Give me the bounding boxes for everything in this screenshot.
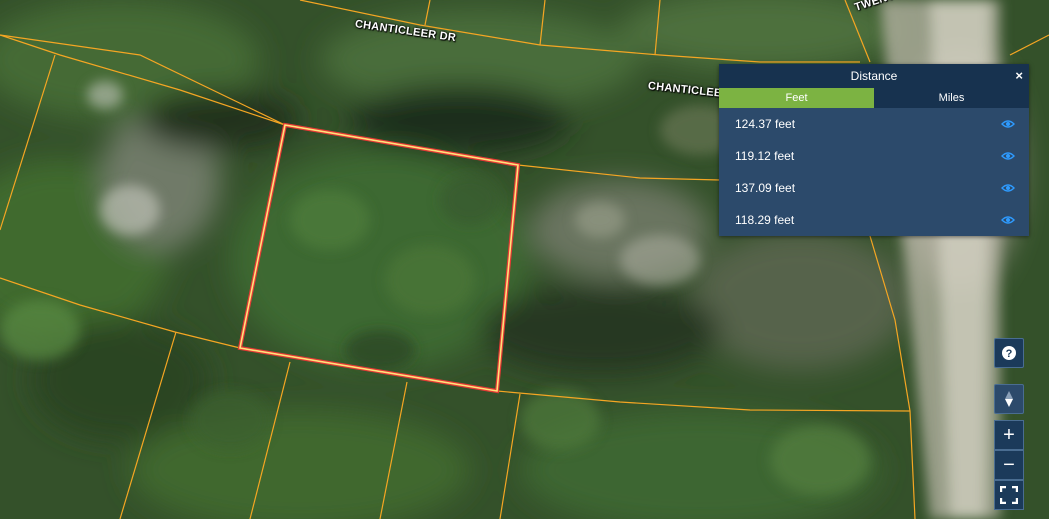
help-icon: ? xyxy=(1002,346,1016,360)
distance-panel-title: Distance xyxy=(850,69,898,83)
svg-text:?: ? xyxy=(1006,348,1013,360)
measurement-row: 119.12 feet xyxy=(719,140,1029,172)
measurement-value: 118.29 feet xyxy=(735,213,795,227)
plus-icon: + xyxy=(1003,424,1015,446)
tab-miles[interactable]: Miles xyxy=(874,88,1029,108)
eye-icon[interactable] xyxy=(1001,183,1015,193)
fullscreen-icon xyxy=(1000,486,1018,504)
measurement-row: 118.29 feet xyxy=(719,204,1029,236)
unit-tabs: Feet Miles xyxy=(719,88,1029,108)
compass-icon xyxy=(1005,391,1013,407)
eye-icon[interactable] xyxy=(1001,215,1015,225)
help-button[interactable]: ? xyxy=(994,338,1024,368)
measurement-value: 137.09 feet xyxy=(735,181,796,195)
distance-panel-header: Distance × xyxy=(719,64,1029,88)
zoom-out-button[interactable]: − xyxy=(994,450,1024,480)
fullscreen-button[interactable] xyxy=(994,480,1024,510)
measurement-row: 124.37 feet xyxy=(719,108,1029,140)
tab-feet[interactable]: Feet xyxy=(719,88,874,108)
minus-icon: − xyxy=(1003,454,1015,476)
measurement-value: 119.12 feet xyxy=(735,149,795,163)
measurement-value: 124.37 feet xyxy=(735,117,796,131)
map-canvas[interactable]: CHANTICLEER DR CHANTICLEER TWENTY SIXTH … xyxy=(0,0,1049,519)
eye-icon[interactable] xyxy=(1001,119,1015,129)
zoom-in-button[interactable]: + xyxy=(994,420,1024,450)
distance-panel: Distance × Feet Miles 124.37 feet 119.12… xyxy=(719,64,1029,236)
eye-icon[interactable] xyxy=(1001,151,1015,161)
compass-button[interactable] xyxy=(994,384,1024,414)
measurement-row: 137.09 feet xyxy=(719,172,1029,204)
close-button[interactable]: × xyxy=(1015,64,1023,88)
